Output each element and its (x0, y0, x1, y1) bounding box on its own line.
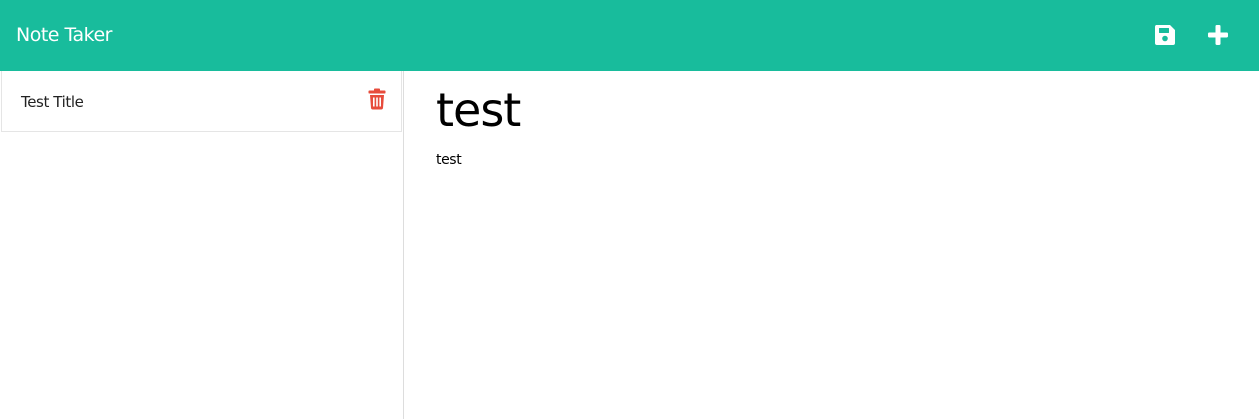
note-text-area[interactable]: test (436, 150, 1216, 390)
note-title-input[interactable] (436, 81, 1216, 139)
navbar: Note Taker (0, 0, 1259, 71)
save-icon[interactable] (1150, 20, 1180, 50)
notes-list: Test Title (0, 71, 404, 419)
note-editor: test (404, 71, 1259, 419)
note-list-item-title[interactable]: Test Title (21, 92, 84, 112)
brand-title[interactable]: Note Taker (16, 22, 112, 48)
note-list-item[interactable]: Test Title (1, 71, 402, 132)
plus-icon[interactable] (1203, 20, 1233, 50)
trash-icon[interactable] (368, 88, 386, 110)
